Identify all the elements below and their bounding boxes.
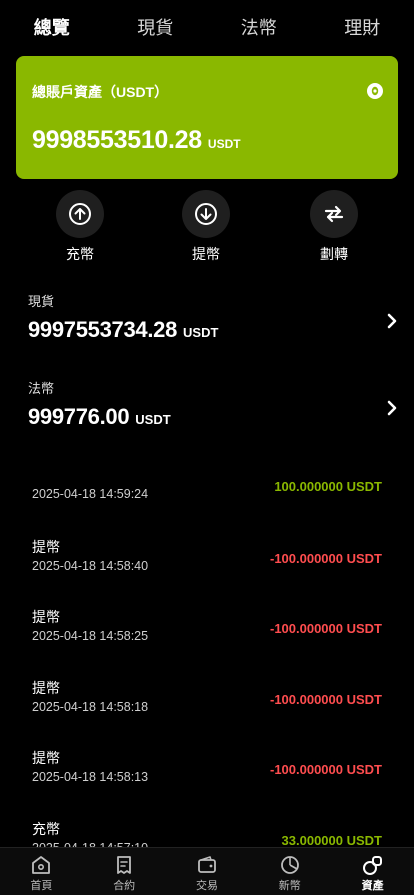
deposit-circle [56, 190, 104, 238]
pie-chart-icon [280, 856, 299, 874]
nav-assets-label: 資產 [361, 880, 384, 892]
wallet-icon [198, 856, 216, 873]
transaction-type: 提幣 [32, 750, 60, 766]
nav-contract[interactable]: 合約 [83, 848, 166, 895]
fiat-account-row[interactable]: 法幣 999776.00 USDT [0, 378, 414, 442]
nav-contract-label: 合約 [113, 880, 136, 892]
contract-icon [117, 856, 132, 874]
deposit-label: 充幣 [66, 246, 94, 262]
eye-icon[interactable] [366, 82, 384, 100]
transaction-type: 提幣 [32, 680, 60, 696]
transaction-time: 2025-04-18 14:58:13 [32, 770, 149, 784]
transaction-value: -100.000000 USDT [269, 762, 382, 777]
chevron-right-icon [387, 313, 397, 329]
nav-trade-label: 交易 [195, 880, 218, 892]
nav-new-coin[interactable]: 新幣 [248, 848, 331, 895]
transfer-circle [310, 190, 358, 238]
spot-account-value: 9997553734.28 [28, 317, 178, 342]
spot-account-unit: USDT [183, 325, 219, 340]
assets-icon [362, 856, 382, 875]
tab-fiat[interactable]: 法幣 [207, 0, 311, 56]
transaction-row[interactable]: 提幣 2025-04-18 14:58:25 -100.000000 USDT [0, 607, 414, 663]
transaction-time: 2025-04-18 14:58:18 [32, 700, 149, 714]
fiat-account-value: 999776.00 [28, 404, 130, 429]
withdraw-circle [182, 190, 230, 238]
spot-account-name: 現貨 [28, 294, 55, 309]
transaction-row[interactable]: 提幣 2025-04-18 14:58:40 -100.000000 USDT [0, 537, 414, 593]
transaction-type: 提幣 [32, 609, 60, 625]
withdraw-label: 提幣 [192, 246, 220, 262]
transfer-label: 劃轉 [320, 246, 348, 262]
transaction-row[interactable]: 提幣 2025-04-18 14:58:13 -100.000000 USDT [0, 748, 414, 804]
transaction-type: 充幣 [32, 821, 60, 837]
transaction-time: 2025-04-18 14:59:24 [32, 487, 149, 501]
nav-home[interactable]: 首頁 [0, 848, 83, 895]
action-bar: 充幣 提幣 劃轉 [0, 190, 414, 264]
transaction-value: -100.000000 USDT [269, 692, 382, 707]
tab-spot[interactable]: 現貨 [104, 0, 208, 56]
arrow-up-icon [69, 203, 91, 225]
bottom-nav: 首頁 合約 交易 新幣 資產 [0, 847, 414, 895]
total-assets-value: 9998553510.28 [32, 126, 202, 154]
withdraw-button[interactable]: 提幣 [166, 190, 246, 264]
tab-finance[interactable]: 理財 [311, 0, 414, 56]
deposit-button[interactable]: 充幣 [40, 190, 120, 264]
total-assets-amount: 9998553510.28 USDT [32, 126, 241, 155]
nav-home-label: 首頁 [30, 880, 53, 892]
tab-overview[interactable]: 總覽 [0, 0, 104, 56]
nav-assets[interactable]: 資產 [331, 848, 414, 895]
fiat-account-amount: 999776.00 USDT [28, 404, 171, 430]
total-assets-title: 總賬戶資產（USDT） [32, 84, 169, 100]
fiat-account-name: 法幣 [28, 381, 55, 396]
transaction-value: 33.000000 USDT [281, 833, 382, 848]
spot-account-amount: 9997553734.28 USDT [28, 317, 218, 343]
home-icon [32, 856, 51, 874]
transaction-type: 提幣 [32, 539, 60, 555]
spot-account-row[interactable]: 現貨 9997553734.28 USDT [0, 291, 414, 355]
arrow-down-icon [195, 203, 217, 225]
transaction-row[interactable]: 提幣 2025-04-18 14:58:18 -100.000000 USDT [0, 678, 414, 734]
transaction-value: 100.000000 USDT [274, 479, 382, 494]
transaction-value: -100.000000 USDT [269, 551, 382, 566]
top-tabs: 總覽 現貨 法幣 理財 [0, 0, 414, 56]
nav-trade[interactable]: 交易 [166, 848, 249, 895]
transaction-value: -100.000000 USDT [269, 621, 382, 636]
transaction-row[interactable]: 2025-04-18 14:59:24 100.000000 USDT [0, 465, 414, 521]
total-assets-card: 總賬戶資產（USDT） 9998553510.28 USDT [16, 56, 398, 179]
nav-new-coin-label: 新幣 [278, 880, 301, 892]
transaction-time: 2025-04-18 14:58:40 [32, 559, 149, 573]
chevron-right-icon [387, 400, 397, 416]
transfer-button[interactable]: 劃轉 [294, 190, 374, 264]
transfer-icon [324, 205, 344, 223]
fiat-account-unit: USDT [135, 412, 171, 427]
total-assets-unit: USDT [207, 137, 241, 151]
transaction-time: 2025-04-18 14:58:25 [32, 629, 149, 643]
